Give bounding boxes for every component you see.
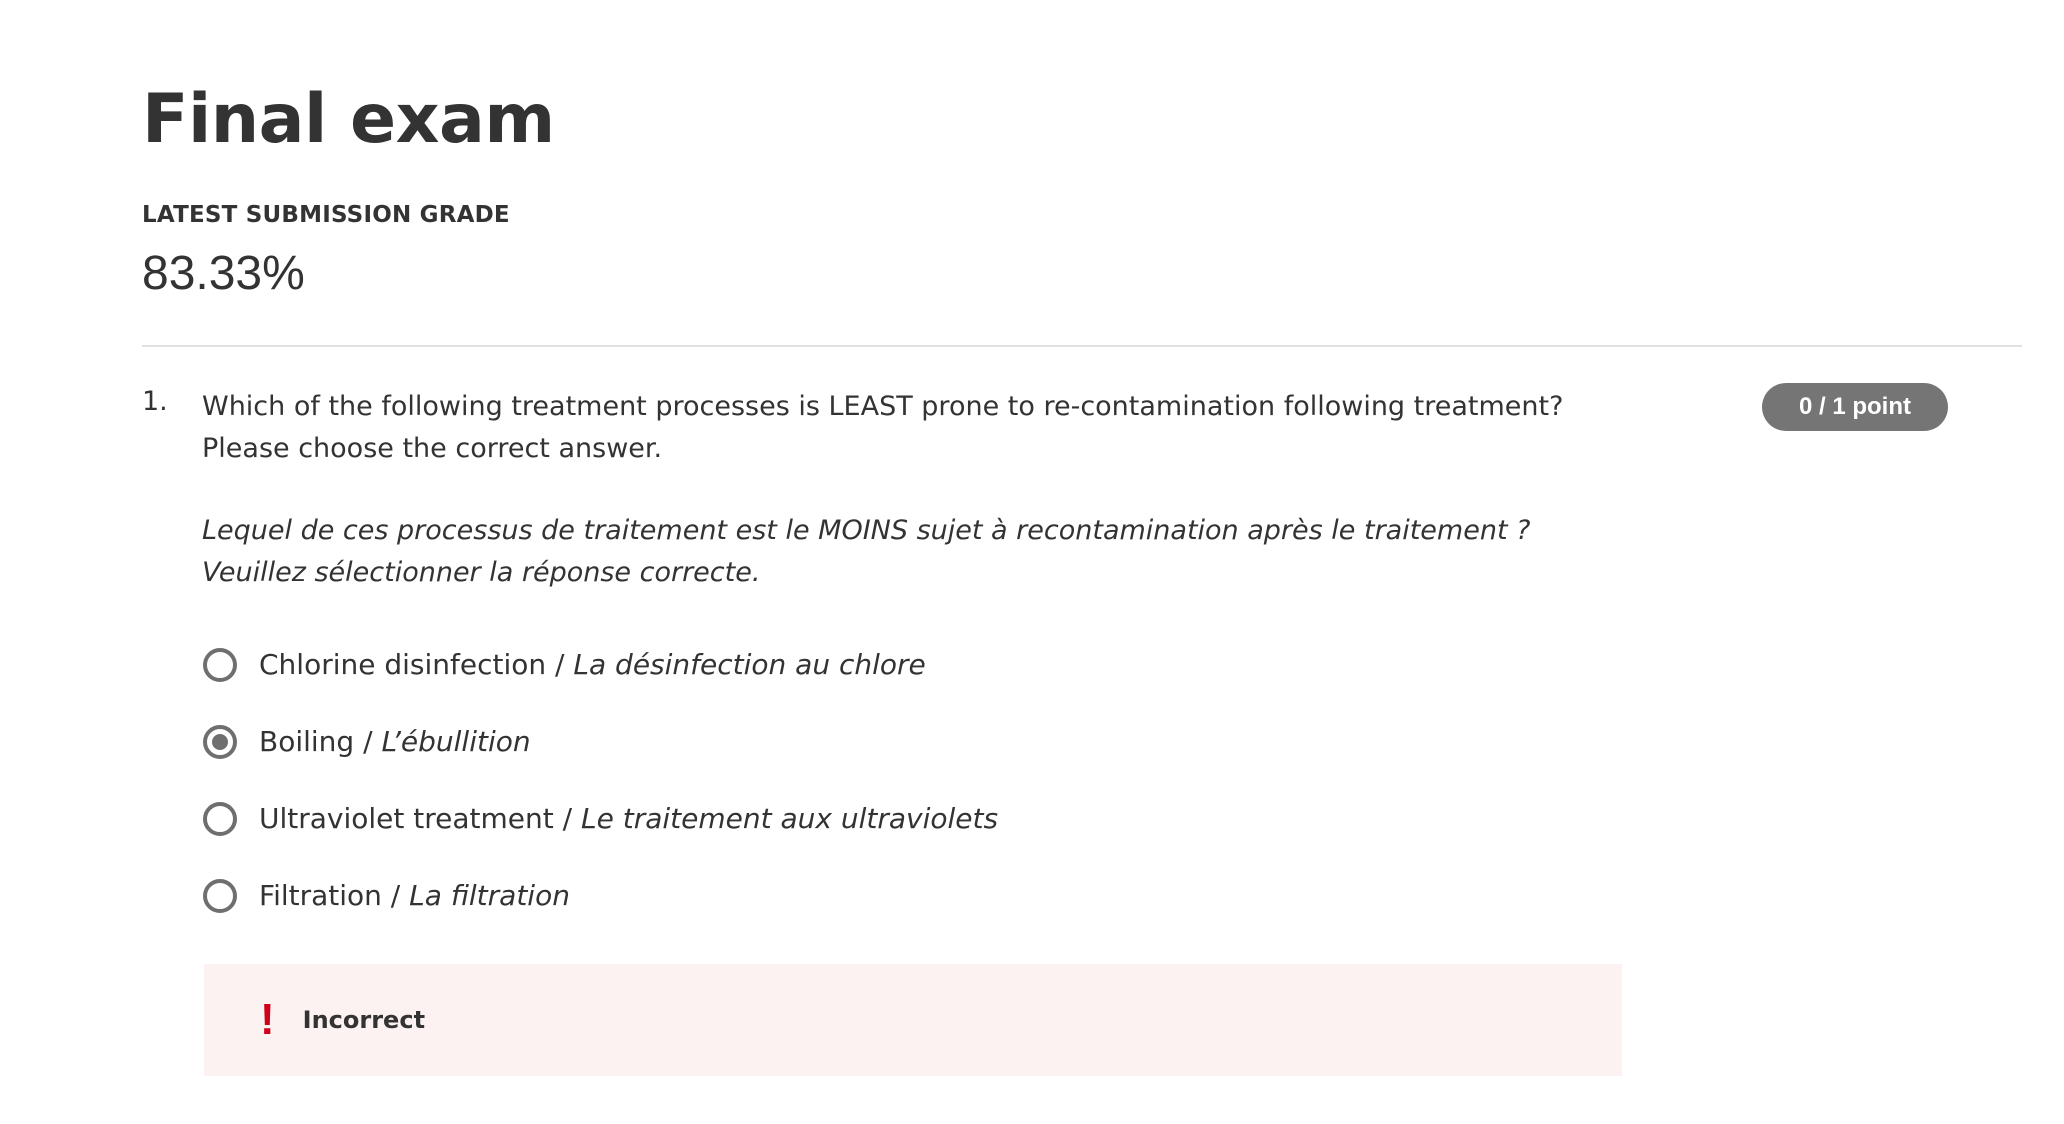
radio-button[interactable] (203, 647, 237, 682)
option-ultraviolet[interactable]: Ultraviolet treatment / Le traitement au… (202, 780, 998, 857)
section-divider (142, 345, 2022, 347)
radio-button-selected[interactable] (203, 724, 237, 759)
radio-button[interactable] (203, 878, 237, 913)
option-label-fr: La désinfection au chlore (573, 648, 926, 681)
grade-value: 83.33% (142, 247, 305, 300)
option-label-fr: La filtration (409, 879, 570, 912)
option-chlorine[interactable]: Chlorine disinfection / La désinfection … (202, 626, 998, 703)
radio-button[interactable] (203, 801, 237, 836)
question-number: 1. (142, 386, 168, 417)
page-title: Final exam (142, 80, 555, 159)
feedback-text: Incorrect (302, 1006, 426, 1034)
option-label-en: Ultraviolet treatment / (259, 802, 581, 835)
option-filtration[interactable]: Filtration / La filtration (202, 857, 998, 934)
option-boiling[interactable]: Boiling / L’ébullition (202, 703, 998, 780)
option-label-en: Chlorine disinfection / (259, 648, 574, 681)
question-text: Which of the following treatment process… (202, 386, 1622, 594)
grade-label: LATEST SUBMISSION GRADE (142, 202, 510, 228)
option-label-en: Boiling / (259, 725, 382, 758)
answer-options: Chlorine disinfection / La désinfection … (202, 626, 998, 934)
exclamation-icon: ! (260, 995, 275, 1044)
question-text-fr: Lequel de ces processus de traitement es… (202, 515, 1531, 588)
option-label-fr: Le traitement aux ultraviolets (581, 802, 999, 835)
question-text-en: Which of the following treatment process… (202, 391, 1564, 464)
feedback-box: ! Incorrect (204, 964, 1622, 1076)
points-badge: 0 / 1 point (1762, 383, 1948, 431)
option-label-en: Filtration / (259, 879, 410, 912)
option-label-fr: L’ébullition (381, 725, 531, 758)
